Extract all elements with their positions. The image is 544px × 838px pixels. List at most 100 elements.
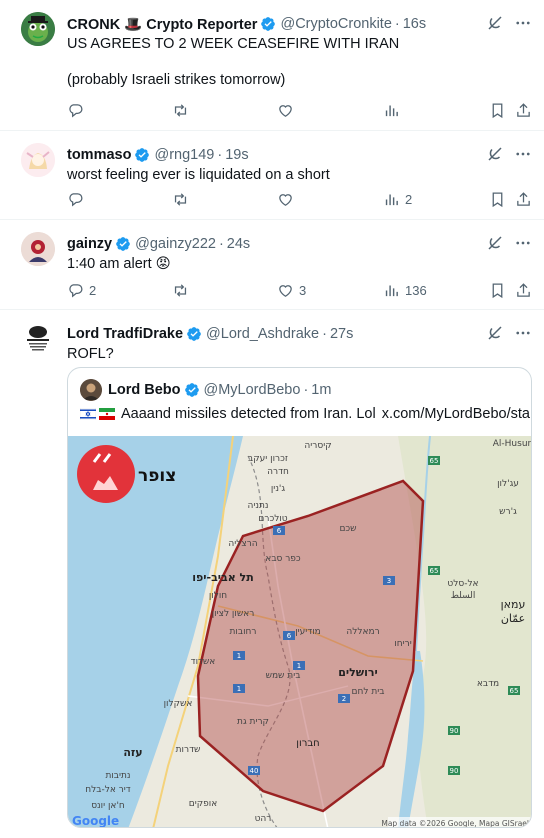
map-label: קרית גת [237,717,269,727]
views-button[interactable]: 2 [383,189,412,209]
timestamp[interactable]: 27s [330,326,353,342]
more-options-icon[interactable] [514,145,532,163]
map-label: Al-Husun [493,439,532,449]
avatar[interactable] [21,143,55,177]
map-label: רמאללה [346,627,379,637]
repost-icon [174,103,187,117]
display-name[interactable]: Lord TradfiDrake [67,326,183,342]
heart-icon [279,104,292,117]
road-shield: 3 [387,577,391,585]
tweet-tommaso[interactable]: tommaso @rng149 · 19s worst feeling ever… [0,131,544,220]
map-brand: צופר [138,466,176,486]
more-options-icon[interactable] [514,14,532,32]
separator-dot: · [322,326,327,342]
verified-badge-icon [184,383,199,397]
timestamp[interactable]: 24s [227,236,250,252]
repost-button[interactable] [172,280,194,300]
share-button[interactable] [515,189,532,209]
separator-dot: · [303,382,309,398]
handle[interactable]: @CryptoCronkite [280,16,391,32]
tweet-text-line: ROFL? [67,346,114,362]
handle[interactable]: @gainzy222 [135,236,216,252]
verified-badge-icon [187,327,201,341]
map-label: כפר סבא [265,554,301,564]
like-button[interactable] [277,100,299,120]
handle[interactable]: @Lord_Ashdrake [206,326,319,342]
map-label: טולכרם [258,514,287,524]
map-label: בית לחם [352,687,385,697]
tweet-text: worst feeling ever is liquidated on a sh… [67,166,532,184]
handle[interactable]: @rng149 [154,147,214,163]
share-button[interactable] [515,100,532,120]
share-icon [517,282,530,297]
views-button[interactable] [383,100,405,120]
map-label: אשדוד [191,657,216,667]
views-icon [385,285,398,296]
repost-button[interactable] [172,189,194,209]
road-shield: 65 [510,687,519,695]
views-icon [385,194,398,205]
map-label: מדבא [477,679,499,689]
bookmark-icon [492,191,503,207]
map-label: חולון [209,591,227,601]
tweet-text-line: 1:40 am alert 😡 [67,256,171,272]
repost-button[interactable] [172,100,194,120]
display-name[interactable]: tommaso [67,147,131,163]
bebo-avatar-icon [80,379,102,401]
views-button[interactable]: 136 [383,280,427,300]
road-shield: 65 [430,457,439,465]
handle[interactable]: @MyLordBebo [204,382,301,398]
alert-map[interactable]: צופר קיסריה זכרון יעקב חדרה ג'נין נתניה … [68,436,532,828]
map-label-major: עמאן [501,598,526,611]
bookmark-button[interactable] [489,280,506,300]
map-label: ראשון לציון [212,609,255,619]
tweet-cronk[interactable]: CRONK 🎩 Crypto Reporter @CryptoCronkite … [0,0,544,131]
map-label: נתניה [247,501,268,511]
avatar[interactable] [21,12,55,46]
timestamp[interactable]: 1m [311,382,331,398]
grok-icon[interactable] [486,234,504,252]
google-logo: Google [72,814,119,828]
grok-icon[interactable] [486,324,504,342]
repost-icon [174,283,187,297]
timestamp[interactable]: 19s [225,147,248,163]
avatar[interactable] [80,379,102,401]
avatar[interactable] [21,322,55,356]
reply-button[interactable] [67,189,89,209]
bookmark-button[interactable] [489,189,506,209]
timestamp[interactable]: 16s [403,16,426,32]
quoted-link[interactable]: x.com/MyLordBebo/sta... [382,406,531,422]
verified-badge-icon [261,17,276,31]
tweet-gainzy[interactable]: gainzy @gainzy222 · 24s 1:40 am alert 😡 … [0,220,544,310]
display-name[interactable]: CRONK 🎩 Crypto Reporter [67,16,257,33]
map-label: יריחו [394,639,411,649]
map-label: שכם [339,524,356,534]
bookmark-button[interactable] [489,100,506,120]
display-name[interactable]: gainzy [67,236,112,252]
quoted-text: Aaaand missiles detected from Iran. Lol [121,406,376,422]
reply-button[interactable]: 2 [67,280,96,300]
map-label: נתיבות [105,771,130,781]
heart-icon [279,284,292,297]
road-shield: 65 [430,567,439,575]
bookmark-icon [492,282,503,298]
road-shield: 90 [450,727,459,735]
grok-icon[interactable] [486,145,504,163]
quoted-tweet[interactable]: Lord Bebo @MyLordBebo · 1m Aaaand missil… [67,367,532,828]
grok-icon[interactable] [486,14,504,32]
map-label: רחובות [230,627,257,637]
more-options-icon[interactable] [514,324,532,342]
reply-icon [69,192,83,206]
map-label: السلط [451,591,476,601]
reply-button[interactable] [67,100,89,120]
reply-icon [69,283,83,297]
avatar[interactable] [21,232,55,266]
like-button[interactable]: 3 [277,280,306,300]
iran-flag-icon [99,408,115,420]
like-button[interactable] [277,189,299,209]
more-options-icon[interactable] [514,234,532,252]
separator-dot: · [217,147,223,163]
share-button[interactable] [515,280,532,300]
display-name[interactable]: Lord Bebo [108,382,181,398]
road-shield: 2 [342,695,346,703]
